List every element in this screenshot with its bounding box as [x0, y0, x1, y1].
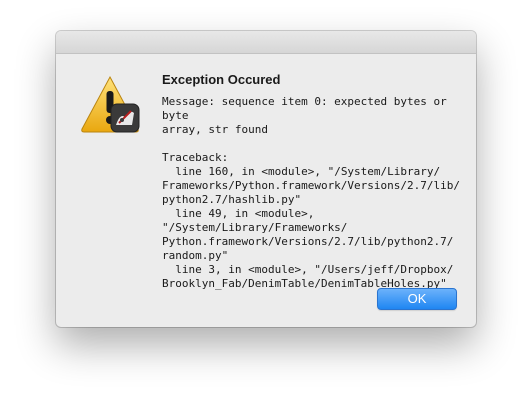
exception-dialog: Exception Occured Message: sequence item… [56, 31, 476, 327]
app-badge-icon [110, 103, 140, 133]
dialog-title: Exception Occured [162, 72, 281, 87]
dialog-titlebar[interactable] [56, 31, 476, 54]
screen: Exception Occured Message: sequence item… [0, 0, 532, 408]
ok-button[interactable]: OK [377, 288, 457, 310]
dialog-message: Message: sequence item 0: expected bytes… [162, 95, 461, 290]
